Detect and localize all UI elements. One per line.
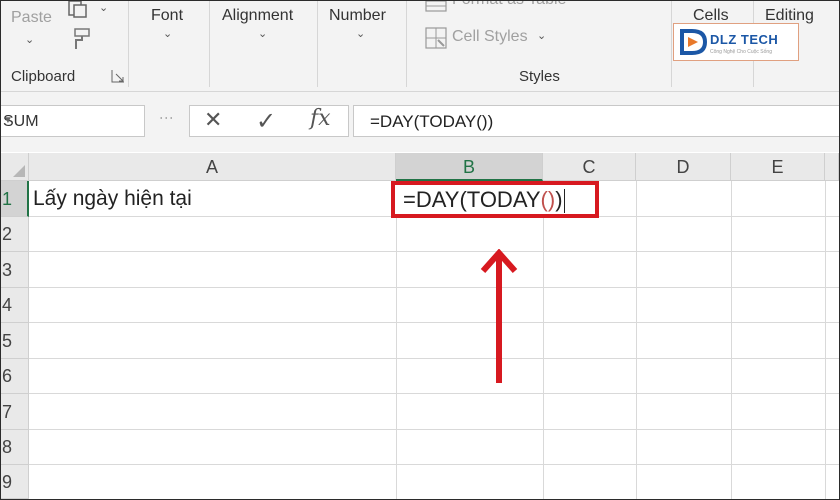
cell-b1-prefix: =DAY(TODAY [403,187,541,212]
row-gridline [29,429,839,430]
row-gridline [29,287,839,288]
styles-group-label: Styles [519,68,560,85]
dlz-logo-icon [680,29,708,55]
paste-dropdown-icon[interactable]: ⌄ [25,33,34,46]
ribbon-separator [406,1,407,87]
cancel-icon[interactable]: ✕ [204,107,222,133]
column-gridline [396,181,397,499]
format-painter-icon[interactable] [67,27,93,51]
column-gridline [636,181,637,499]
row-header-8[interactable]: 8 [1,430,29,465]
column-header-b[interactable]: B [396,153,543,181]
row-header-7[interactable]: 7 [1,394,29,430]
number-chevron-icon[interactable]: ⌄ [356,27,365,40]
ribbon: Paste ⌄ ⌄ Clipboard Font ⌄ Alignment ⌄ N… [1,1,839,92]
column-gridline [825,181,826,499]
copy-dropdown-icon[interactable]: ⌄ [99,1,108,14]
row-gridline [29,358,839,359]
insert-function-icon[interactable]: fx [310,106,331,131]
cell-b1-parens: () [540,187,556,212]
dlz-tech-watermark: DLZ TECH Công Nghệ Cho Cuộc Sống [673,23,799,61]
ribbon-separator [128,1,129,87]
row-header-5[interactable]: 5 [1,323,29,359]
name-box-dropdown-icon[interactable]: ▼ [3,115,134,126]
formula-input[interactable]: =DAY(TODAY()) [353,105,839,137]
row-header-9[interactable]: 9 [1,465,29,499]
alignment-group-button[interactable]: Alignment [222,7,293,25]
clipboard-group-label: Clipboard [11,68,76,85]
name-box[interactable]: SUM ▼ [1,105,145,137]
cell-styles-icon[interactable] [425,27,447,49]
row-gridline [29,251,839,252]
row-gridline [29,393,839,394]
number-group-button[interactable]: Number [329,7,386,25]
font-group-button[interactable]: Font [151,7,183,25]
paste-button[interactable]: Paste [11,9,52,27]
column-header-a[interactable]: A [29,153,396,181]
cell-b1-suffix: ) [555,187,563,212]
formula-buttons: ✕ ✓ fx [189,105,349,137]
row-header-3[interactable]: 3 [1,252,29,288]
active-cell-b1[interactable]: =DAY(TODAY()) [391,181,599,218]
row-header-2[interactable]: 2 [1,217,29,252]
text-cursor [563,189,565,214]
column-header-d[interactable]: D [636,153,731,181]
font-chevron-icon[interactable]: ⌄ [163,27,172,40]
column-header-e[interactable]: E [731,153,825,181]
drag-handle-icon[interactable]: ⋮ [159,111,175,124]
watermark-tagline: Công Nghệ Cho Cuộc Sống [710,49,772,55]
formula-text: =DAY(TODAY()) [370,112,494,131]
copy-icon[interactable] [67,1,91,19]
row-header-1[interactable]: 1 [1,181,29,217]
cell-a1[interactable]: Lấy ngày hiện tại [33,187,192,211]
red-arrow-icon [480,249,518,383]
select-all-button[interactable] [1,153,29,181]
ribbon-separator [209,1,210,87]
row-gridline [29,464,839,465]
row-gridline [29,322,839,323]
format-as-table-button[interactable]: Format as Table [452,1,566,9]
cell-styles-dropdown-icon[interactable]: ⌄ [537,29,546,42]
column-header-c[interactable]: C [543,153,636,181]
row-header-6[interactable]: 6 [1,359,29,394]
ribbon-separator [671,1,672,87]
watermark-brand: DLZ TECH [710,32,779,47]
format-as-table-icon[interactable] [425,1,447,13]
dialog-launcher-icon[interactable] [111,69,125,83]
column-header-f[interactable] [825,153,839,181]
alignment-chevron-icon[interactable]: ⌄ [258,27,267,40]
cell-styles-button[interactable]: Cell Styles [452,28,528,46]
excel-window: Paste ⌄ ⌄ Clipboard Font ⌄ Alignment ⌄ N… [0,0,840,500]
row-header-4[interactable]: 4 [1,288,29,323]
cell-b1-content: =DAY(TODAY()) [403,187,565,214]
ribbon-separator [317,1,318,87]
column-gridline [543,181,544,499]
column-gridline [731,181,732,499]
enter-icon[interactable]: ✓ [256,107,276,136]
